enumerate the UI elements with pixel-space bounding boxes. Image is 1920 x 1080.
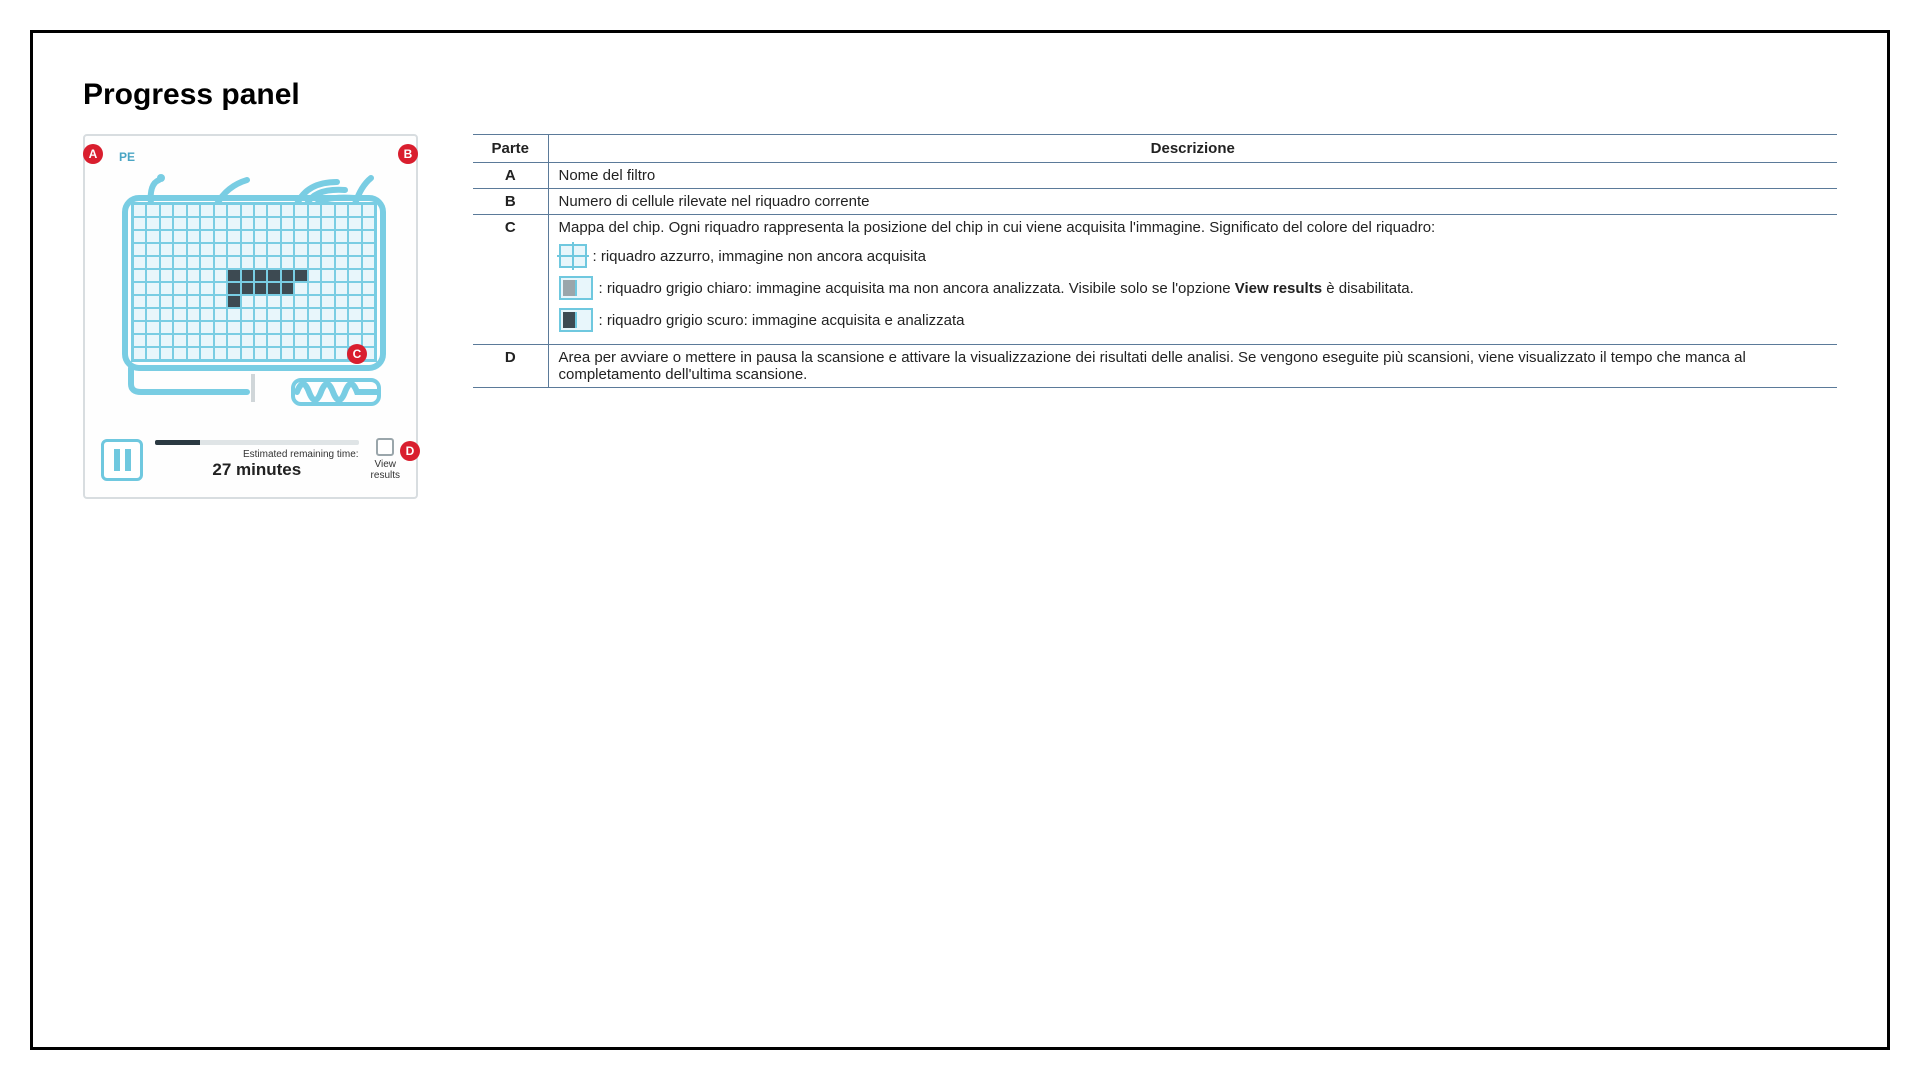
cell-part: B xyxy=(473,189,548,215)
progress-bar xyxy=(155,440,359,445)
legend-table: Parte Descrizione A Nome del filtro B Nu… xyxy=(473,134,1837,388)
cell-desc: Mappa del chip. Ogni riquadro rappresent… xyxy=(548,215,1837,345)
chip-grid xyxy=(131,202,377,362)
legend-azure: : riquadro azzurro, immagine non ancora … xyxy=(559,244,1828,268)
legend-lightgray-icon xyxy=(559,276,593,300)
legend-azure-text: : riquadro azzurro, immagine non ancora … xyxy=(593,248,927,265)
cell-part: A xyxy=(473,163,548,189)
view-results-label: View results xyxy=(371,459,400,481)
view-results-toggle[interactable]: View results xyxy=(371,438,400,481)
pause-icon-bar xyxy=(125,449,131,471)
legend-lightgray: : riquadro grigio chiaro: immagine acqui… xyxy=(559,276,1828,300)
chip-map: C xyxy=(97,174,404,424)
cell-desc: Area per avviare o mettere in pausa la s… xyxy=(548,345,1837,388)
th-desc: Descrizione xyxy=(548,135,1837,163)
table-row: B Numero di cellule rilevate nel riquadr… xyxy=(473,189,1837,215)
estimated-time-label: Estimated remaining time: xyxy=(155,449,359,460)
table-row: A Nome del filtro xyxy=(473,163,1837,189)
cell-part: D xyxy=(473,345,548,388)
badge-c: C xyxy=(347,344,367,364)
badge-a: A xyxy=(83,144,103,164)
legend-lightgray-text: : riquadro grigio chiaro: immagine acqui… xyxy=(599,280,1414,297)
cell-part: C xyxy=(473,215,548,345)
progress-section: Estimated remaining time: 27 minutes xyxy=(155,440,359,480)
badge-b: B xyxy=(398,144,418,164)
legend-darkgray: : riquadro grigio scuro: immagine acquis… xyxy=(559,308,1828,332)
badge-d: D xyxy=(400,441,420,461)
panel-top: PE xyxy=(97,148,404,170)
bottom-controls: Estimated remaining time: 27 minutes Vie… xyxy=(97,438,404,481)
filter-name: PE xyxy=(119,150,135,164)
pause-button[interactable] xyxy=(101,439,143,481)
cell-desc: Nome del filtro xyxy=(548,163,1837,189)
page-title: Progress panel xyxy=(83,78,1837,112)
view-results-checkbox[interactable] xyxy=(376,438,394,456)
estimated-time-value: 27 minutes xyxy=(155,460,359,480)
legend-azure-icon xyxy=(559,244,587,268)
table: Parte Descrizione A Nome del filtro B Nu… xyxy=(473,134,1837,388)
table-row: D Area per avviare o mettere in pausa la… xyxy=(473,345,1837,388)
pause-icon-bar xyxy=(114,449,120,471)
table-row: C Mappa del chip. Ogni riquadro rapprese… xyxy=(473,215,1837,345)
progress-panel: A B PE xyxy=(83,134,418,499)
cell-desc: Numero di cellule rilevate nel riquadro … xyxy=(548,189,1837,215)
page-frame: Progress panel A B PE xyxy=(30,30,1890,1050)
progress-fill xyxy=(155,440,200,445)
legend-darkgray-icon xyxy=(559,308,593,332)
th-part: Parte xyxy=(473,135,548,163)
content-row: A B PE xyxy=(83,134,1837,499)
legend-darkgray-text: : riquadro grigio scuro: immagine acquis… xyxy=(599,312,965,329)
c-intro: Mappa del chip. Ogni riquadro rappresent… xyxy=(559,219,1828,236)
